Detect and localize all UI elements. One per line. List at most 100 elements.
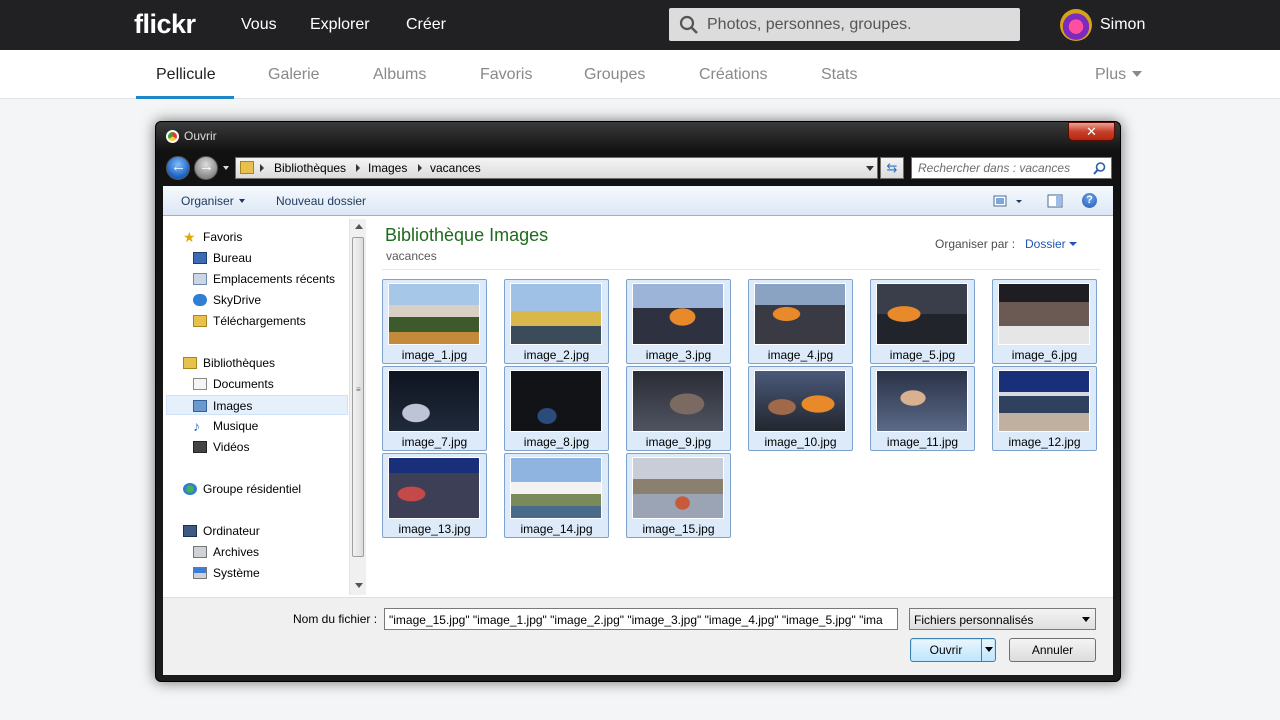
photo-thumbnail-image (754, 283, 846, 345)
flickr-top-bar: flickr Vous Explorer Créer Simon (0, 0, 1280, 50)
nav-creer[interactable]: Créer (406, 16, 446, 34)
profile-subnav: Pellicule Galerie Albums Favoris Groupes… (0, 50, 1280, 99)
breadcrumb-images[interactable]: Images (368, 161, 407, 175)
tab-albums[interactable]: Albums (373, 66, 426, 84)
address-dropdown-icon[interactable] (866, 166, 874, 171)
scroll-up-icon[interactable] (355, 224, 363, 229)
close-button[interactable]: ✕ (1068, 122, 1115, 141)
breadcrumb-bibliotheques[interactable]: Bibliothèques (274, 161, 346, 175)
open-options-dropdown[interactable] (981, 639, 995, 661)
help-icon: ? (1086, 194, 1093, 206)
file-thumbnail[interactable]: image_8.jpg (504, 366, 609, 451)
scroll-down-icon[interactable] (355, 583, 363, 588)
file-name: image_7.jpg (401, 435, 468, 449)
nav-explorer[interactable]: Explorer (310, 16, 370, 34)
file-name: image_8.jpg (523, 435, 590, 449)
system-drive-icon (193, 567, 207, 579)
avatar[interactable] (1060, 9, 1092, 41)
chevron-down-icon (1082, 617, 1090, 622)
cancel-button[interactable]: Annuler (1009, 638, 1096, 662)
file-name: image_10.jpg (764, 435, 837, 449)
preview-pane-button[interactable] (1047, 194, 1063, 211)
file-type-select[interactable]: Fichiers personnalisés (909, 608, 1096, 630)
new-folder-button[interactable]: Nouveau dossier (276, 194, 366, 208)
back-button[interactable]: ← (166, 156, 190, 180)
more-menu[interactable]: Plus (1095, 66, 1143, 84)
tab-pellicule[interactable]: Pellicule (156, 66, 216, 84)
file-name: image_13.jpg (398, 522, 471, 536)
file-thumbnail[interactable]: image_9.jpg (626, 366, 731, 451)
tab-galerie[interactable]: Galerie (268, 66, 320, 84)
documents-icon (193, 378, 207, 390)
organize-label: Organiser (181, 194, 234, 208)
file-thumbnail[interactable]: image_10.jpg (748, 366, 853, 451)
file-thumbnail[interactable]: image_15.jpg (626, 453, 731, 538)
photo-thumbnail-image (388, 457, 480, 519)
chevron-down-icon (1132, 71, 1143, 77)
file-thumbnail[interactable]: image_14.jpg (504, 453, 609, 538)
videos-icon (193, 441, 207, 453)
chevron-down-icon[interactable] (1069, 242, 1077, 246)
tab-groupes[interactable]: Groupes (584, 66, 645, 84)
file-name: image_2.jpg (523, 348, 590, 362)
change-view-button[interactable] (993, 194, 1023, 211)
back-arrow-icon: ← (171, 158, 186, 175)
tab-favoris[interactable]: Favoris (480, 66, 532, 84)
active-tab-indicator (136, 96, 234, 99)
dialog-toolbar: Organiser Nouveau dossier ? (163, 186, 1113, 216)
libraries-icon (183, 357, 197, 369)
more-label: Plus (1095, 66, 1127, 83)
breadcrumb-arrow-icon[interactable] (418, 164, 422, 172)
file-list-pane: Bibliothèque Images vacances Organiser p… (368, 217, 1113, 597)
file-thumbnail[interactable]: image_3.jpg (626, 279, 731, 364)
file-name: image_14.jpg (520, 522, 593, 536)
file-thumbnail[interactable]: image_11.jpg (870, 366, 975, 451)
scrollbar-thumb[interactable]: ≡ (352, 237, 364, 557)
filename-input[interactable]: "image_15.jpg" "image_1.jpg" "image_2.jp… (384, 608, 898, 630)
username[interactable]: Simon (1100, 16, 1145, 34)
organize-button[interactable]: Organiser (181, 194, 245, 208)
file-thumbnail[interactable]: image_4.jpg (748, 279, 853, 364)
help-button[interactable]: ? (1082, 193, 1097, 208)
flickr-logo[interactable]: flickr (134, 9, 196, 40)
photo-thumbnail-image (998, 370, 1090, 432)
file-type-value: Fichiers personnalisés (914, 613, 1034, 627)
breadcrumb-arrow-icon[interactable] (356, 164, 360, 172)
navigation-pane: ★ Favoris Bureau Emplacements récents Sky… (163, 217, 366, 597)
breadcrumb-arrow-icon[interactable] (260, 164, 264, 172)
file-thumbnail[interactable]: image_6.jpg (992, 279, 1097, 364)
forward-button[interactable]: → (194, 156, 218, 180)
open-label: Ouvrir (929, 643, 963, 657)
file-thumbnail[interactable]: image_2.jpg (504, 279, 609, 364)
flickr-search-input[interactable] (707, 8, 1007, 41)
homegroup-icon (183, 483, 197, 495)
address-bar[interactable]: Bibliothèques Images vacances (235, 157, 878, 179)
search-icon (679, 15, 698, 34)
nav-vous[interactable]: Vous (241, 16, 277, 34)
file-thumbnail[interactable]: image_12.jpg (992, 366, 1097, 451)
history-dropdown-icon[interactable] (223, 166, 229, 170)
flickr-search-box[interactable] (669, 8, 1020, 41)
nav-item-images[interactable]: Images (166, 395, 348, 415)
file-name: image_11.jpg (886, 435, 959, 449)
desktop-icon (193, 252, 207, 264)
computer-icon (183, 525, 197, 537)
refresh-button[interactable]: ⇆ (880, 157, 904, 179)
file-name: image_6.jpg (1011, 348, 1078, 362)
file-thumbnail[interactable]: image_5.jpg (870, 279, 975, 364)
dialog-search-input[interactable] (918, 160, 1088, 176)
tab-stats[interactable]: Stats (821, 66, 857, 84)
arrange-by-dropdown[interactable]: Dossier (1025, 237, 1066, 251)
file-thumbnail[interactable]: image_13.jpg (382, 453, 487, 538)
breadcrumb-vacances[interactable]: vacances (430, 161, 481, 175)
photo-thumbnail-image (510, 457, 602, 519)
dialog-search-box[interactable] (911, 157, 1112, 179)
nav-scrollbar[interactable]: ≡ (349, 219, 366, 595)
tab-creations[interactable]: Créations (699, 66, 767, 84)
folder-icon (240, 161, 254, 174)
file-thumbnail[interactable]: image_1.jpg (382, 279, 487, 364)
file-name: image_12.jpg (1008, 435, 1081, 449)
open-button[interactable]: Ouvrir (910, 638, 996, 662)
photo-thumbnail-image (876, 370, 968, 432)
file-thumbnail[interactable]: image_7.jpg (382, 366, 487, 451)
